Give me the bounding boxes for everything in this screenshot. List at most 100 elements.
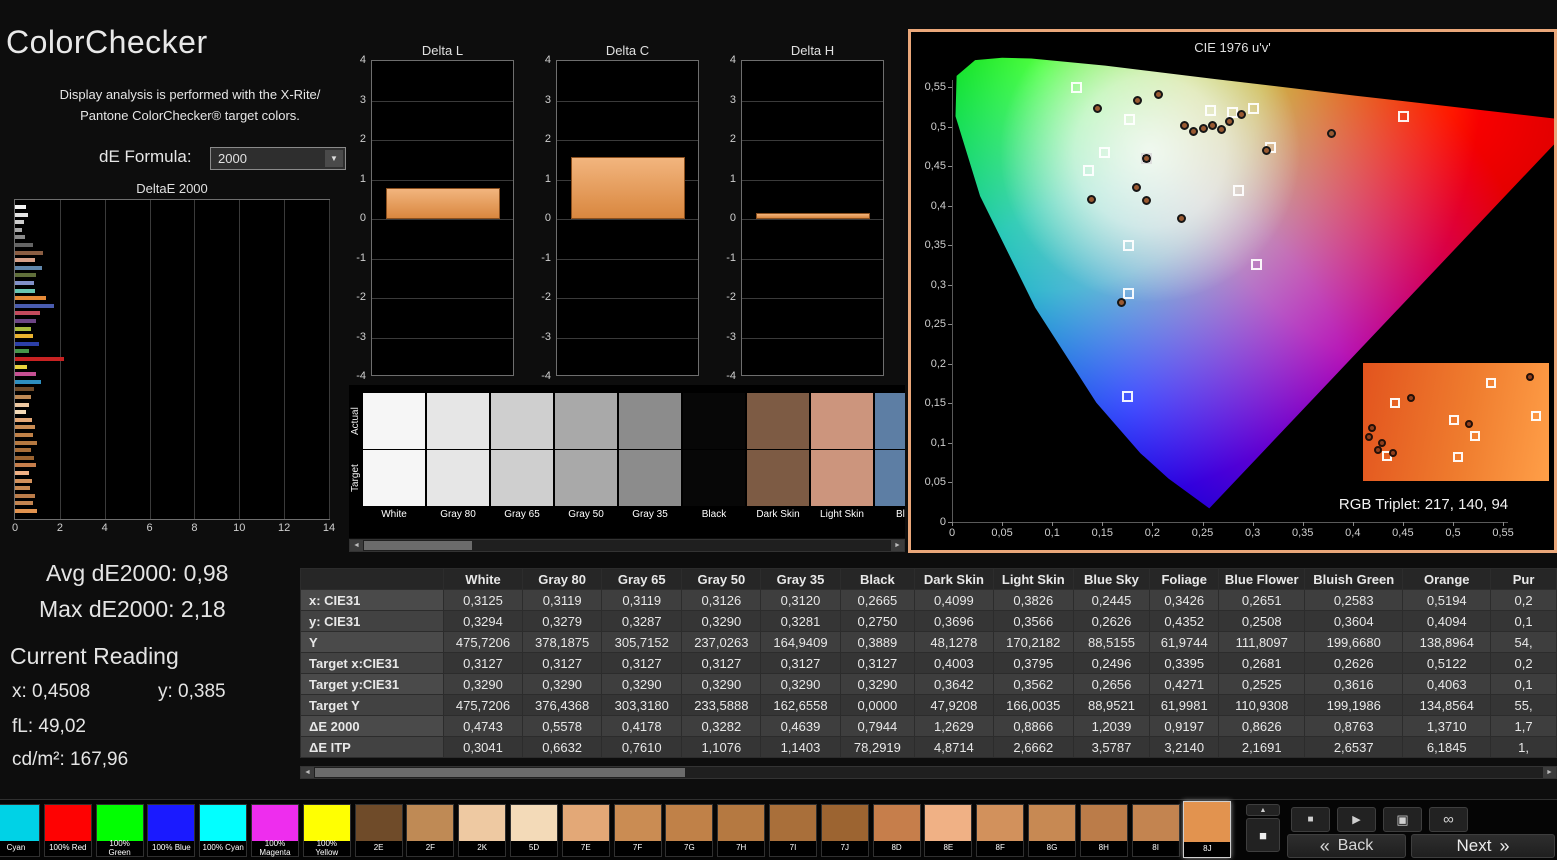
- swatch-scrollbar-thumb[interactable]: [364, 541, 472, 550]
- patch-button-8h[interactable]: 8H: [1079, 804, 1128, 857]
- patch-button-8i[interactable]: 8I: [1131, 804, 1180, 857]
- patch-button-7f[interactable]: 7F: [613, 804, 662, 857]
- colorchecker-app: ColorChecker Display analysis is perform…: [0, 0, 1557, 860]
- de-formula-select[interactable]: 2000 ▼: [210, 147, 346, 170]
- table-cell: 88,9521: [1073, 694, 1150, 716]
- table-cell: 2,6537: [1303, 736, 1404, 758]
- patch-button-100-green[interactable]: 100% Green: [95, 804, 144, 857]
- patch-button-2e[interactable]: 2E: [354, 804, 403, 857]
- stop-button[interactable]: ■: [1291, 807, 1330, 832]
- table-cell: 0,2750: [839, 610, 916, 632]
- chevrons-right-icon: »: [1499, 836, 1510, 856]
- patch-button-cyan[interactable]: Cyan: [0, 804, 40, 857]
- next-button[interactable]: Next »: [1411, 834, 1555, 858]
- patch-button-5d[interactable]: 5D: [510, 804, 558, 857]
- table-cell: 166,0035: [992, 694, 1075, 716]
- scroll-left-icon[interactable]: ◄: [350, 540, 363, 551]
- axis-tick-label: 0,1: [930, 436, 946, 449]
- axis-tick-label: 1: [729, 172, 736, 185]
- table-cell: 0,1: [1490, 610, 1557, 632]
- table-cell: 0,3127: [522, 652, 603, 674]
- swatch-label: Light Skin: [820, 509, 864, 520]
- patch-button-100-magenta[interactable]: 100% Magenta: [251, 804, 299, 857]
- patch-button-100-yellow[interactable]: 100% Yellow: [302, 804, 351, 857]
- patch-button-7e[interactable]: 7E: [561, 804, 610, 857]
- table-scrollbar[interactable]: ◄ ►: [300, 766, 1557, 779]
- patch-button-100-red[interactable]: 100% Red: [43, 804, 92, 857]
- patch-button-7g[interactable]: 7G: [665, 804, 714, 857]
- axis-tick-label: 0,3: [930, 278, 946, 291]
- patch-button-7j[interactable]: 7J: [820, 804, 869, 857]
- gridline: [239, 200, 241, 519]
- deltae-bar: [15, 334, 34, 339]
- axis-tick-label: 3: [359, 93, 366, 106]
- patch-button-8g[interactable]: 8G: [1028, 804, 1076, 857]
- table-cell: 0,2651: [1218, 589, 1305, 611]
- patch-swatch: [200, 805, 247, 841]
- patch-swatch: [770, 805, 816, 841]
- play-button[interactable]: ▶: [1337, 807, 1376, 832]
- scroll-right-icon[interactable]: ►: [1543, 767, 1556, 778]
- cie-diagram-panel: CIE 1976 u'v' RGB Triplet: 217, 140, 94 …: [908, 29, 1557, 553]
- patch-button-2f[interactable]: 2F: [406, 804, 455, 857]
- deltae-bar: [15, 455, 35, 460]
- table-scrollbar-thumb[interactable]: [315, 768, 685, 777]
- patch-swatch: [873, 805, 920, 841]
- loop-button[interactable]: ∞: [1429, 807, 1468, 832]
- swatch-scrollbar[interactable]: ◄ ►: [349, 539, 905, 552]
- table-cell: 0,2: [1490, 652, 1557, 674]
- axis-tick-label: 0,35: [1291, 527, 1314, 539]
- axis-tick-label: 0,45: [1392, 527, 1414, 539]
- table-cell: 199,6680: [1303, 631, 1404, 653]
- y-axis: [952, 80, 953, 522]
- table-cell: 0,2508: [1218, 610, 1305, 632]
- patch-button-7i[interactable]: 7I: [769, 804, 817, 857]
- patch-button-8d[interactable]: 8D: [872, 804, 921, 857]
- axis-tick-label: 4: [101, 522, 108, 534]
- patch-button-100-blue[interactable]: 100% Blue: [147, 804, 196, 857]
- patch-button-7h[interactable]: 7H: [717, 804, 766, 857]
- results-table: White Gray 80 Gray 65 Gray 50 Gray 35 Black Da…: [300, 568, 1557, 758]
- patch-button-8j[interactable]: 8J: [1183, 801, 1232, 858]
- patch-swatch: [562, 805, 609, 841]
- tick-mark: [948, 482, 952, 484]
- deltae-bar: [15, 425, 36, 430]
- patch-button-8e[interactable]: 8E: [924, 804, 973, 857]
- column-header: Blue Flower: [1218, 568, 1305, 590]
- scroll-left-icon[interactable]: ◄: [301, 767, 314, 778]
- avg-de2000: Avg dE2000: 0,98: [46, 560, 229, 586]
- target-marker: [1397, 111, 1409, 123]
- scroll-right-icon[interactable]: ►: [891, 540, 904, 551]
- tick-mark: [1453, 522, 1454, 526]
- patch-button-2k[interactable]: 2K: [458, 804, 507, 857]
- table-cell: 0,2656: [1073, 673, 1150, 695]
- scroll-up-button[interactable]: ▲: [1246, 804, 1280, 816]
- patch-button-8f[interactable]: 8F: [976, 804, 1025, 857]
- measurement-marker: [1373, 446, 1382, 455]
- deltae-bar: [15, 395, 32, 399]
- frame-button[interactable]: ▣: [1383, 807, 1422, 832]
- table-cell: 0,3127: [839, 652, 916, 674]
- deltae-bar: [15, 281, 35, 285]
- swatch-label: Gray 50: [568, 509, 604, 520]
- patch-button-100-cyan[interactable]: 100% Cyan: [199, 804, 248, 857]
- patch-label: 100% Magenta: [252, 839, 298, 856]
- actual-label: Actual: [350, 407, 361, 435]
- table-cell: 162,6558: [760, 694, 841, 716]
- display-button[interactable]: ■: [1246, 818, 1280, 852]
- column-header: Foliage: [1148, 568, 1220, 590]
- swatch-label: Gray 35: [632, 509, 668, 520]
- gridline: [372, 100, 513, 102]
- deltae-bar: [15, 402, 30, 407]
- deltae-bar: [15, 357, 64, 361]
- measurement-marker: [1407, 394, 1416, 403]
- tick-mark: [948, 87, 952, 88]
- back-button[interactable]: « Back: [1287, 834, 1406, 858]
- deltae-bar: [15, 372, 36, 377]
- table-cell: 0,3127: [601, 652, 683, 674]
- patch-label: 8D: [873, 841, 920, 856]
- delta-chart-title: Delta C: [605, 43, 650, 58]
- table-cell: 0,3826: [992, 589, 1075, 611]
- column-header: [300, 568, 444, 590]
- table-cell: 0,3395: [1148, 652, 1220, 674]
